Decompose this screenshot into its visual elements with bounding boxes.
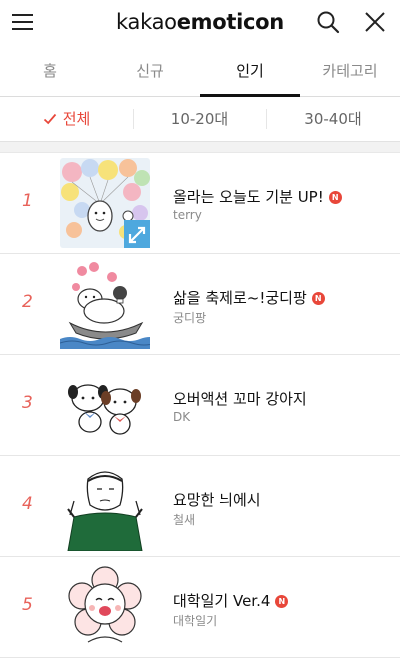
item-author: 대학일기 (173, 614, 218, 628)
item-title-row: 오버액션 꼬마 강아지 (173, 388, 307, 409)
sketch-man-thumbnail (60, 461, 150, 551)
check-icon (43, 113, 56, 125)
filter-30-40[interactable]: 30-40대 (266, 97, 400, 141)
tab-popular[interactable]: 인기 (200, 46, 300, 97)
tab-new[interactable]: 신규 (100, 46, 200, 96)
list-item[interactable]: 2 삶을 축제로~!궁디팡 N 궁디팡 (0, 254, 400, 355)
item-author: 궁디팡 (173, 311, 207, 325)
rank-number: 4 (22, 494, 33, 514)
item-title: 올라는 오늘도 기분 UP! (173, 188, 324, 206)
item-title-row: 요망한 늬에시 (173, 489, 261, 510)
rank-number: 5 (22, 595, 33, 615)
list-item[interactable]: 3 오버액션 꼬마 강아지 DK (0, 355, 400, 456)
item-author: DK (173, 410, 191, 424)
list-item[interactable]: 5 대학일기 Ver.4 N 대학일기 (0, 557, 400, 658)
tab-home[interactable]: 홈 (0, 46, 100, 96)
two-puppies-thumbnail (60, 360, 150, 450)
item-title: 오버액션 꼬마 강아지 (173, 390, 307, 408)
item-title: 대학일기 Ver.4 (173, 592, 271, 610)
item-title: 요망한 늬에시 (173, 491, 261, 509)
main-tabs: 홈 신규 인기 카테고리 (0, 46, 400, 97)
item-title-row: 대학일기 Ver.4 N (173, 590, 289, 611)
filter-all[interactable]: 전체 (0, 97, 133, 141)
item-title-row: 삶을 축제로~!궁디팡 N (173, 287, 325, 308)
section-gap (0, 142, 400, 153)
top-bar: kakaoemoticon (0, 0, 400, 46)
rank-number: 1 (22, 191, 33, 211)
filter-all-label: 전체 (62, 110, 91, 128)
list-item[interactable]: 1 올라는 오늘도 기분 UP! N terry (0, 153, 400, 254)
age-filter-bar: 전체 10-20대 30-40대 (0, 97, 400, 142)
item-title: 삶을 축제로~!궁디팡 (173, 289, 307, 307)
tab-category[interactable]: 카테고리 (300, 46, 400, 96)
item-title-row: 올라는 오늘도 기분 UP! N (173, 186, 342, 207)
item-author: 철새 (173, 513, 196, 527)
search-icon[interactable] (316, 10, 340, 34)
filter-10-20[interactable]: 10-20대 (133, 97, 266, 141)
brand-logo[interactable]: kakaoemoticon (0, 10, 400, 34)
balloons-character-thumbnail (60, 158, 150, 248)
list-item[interactable]: 4 요망한 늬에시 철새 (0, 456, 400, 557)
new-badge-icon: N (311, 292, 325, 305)
close-icon[interactable] (364, 11, 386, 33)
new-badge-icon: N (275, 595, 289, 608)
new-badge-icon: N (328, 191, 342, 204)
rank-number: 2 (22, 292, 33, 312)
rank-number: 3 (22, 393, 33, 413)
boat-rabbit-thumbnail (60, 259, 150, 349)
brand-logo-emoticon: emoticon (176, 10, 285, 34)
flower-face-thumbnail (60, 562, 150, 652)
brand-logo-kakao: kakao (116, 10, 177, 34)
item-author: terry (173, 208, 202, 222)
